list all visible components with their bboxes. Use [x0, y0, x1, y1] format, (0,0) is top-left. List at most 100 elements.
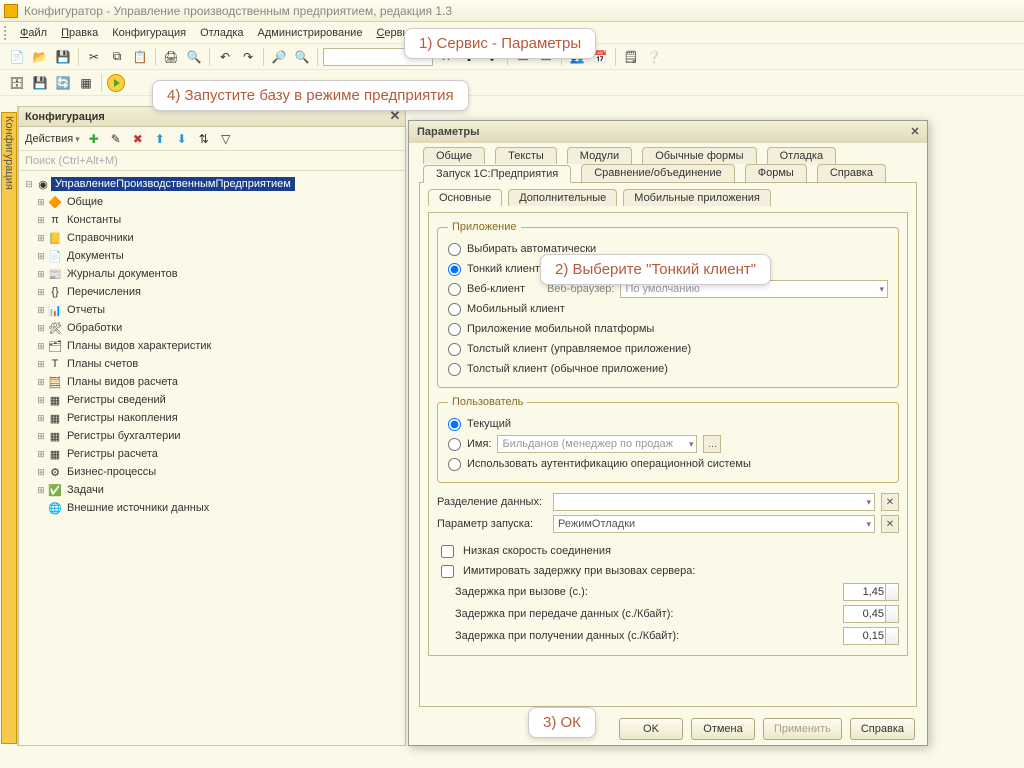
down-icon[interactable]: ⬇ [172, 129, 192, 149]
db-compare-icon[interactable]: ▦ [76, 73, 96, 93]
del-icon[interactable]: ✖ [128, 129, 148, 149]
expand-icon[interactable]: ⊞ [35, 233, 47, 244]
find-icon[interactable]: 🔎 [269, 47, 289, 67]
tree-item[interactable]: ⊞📊Отчеты [21, 301, 403, 319]
tab-run1c-active[interactable]: Запуск 1С:Предприятия [423, 165, 571, 183]
undo-icon[interactable]: ↶ [215, 47, 235, 67]
new-icon[interactable]: 📄 [7, 47, 27, 67]
radio-auto[interactable] [448, 243, 461, 256]
tree-item[interactable]: ⊞🧮Планы видов расчета [21, 373, 403, 391]
sort-icon[interactable]: ⇅ [194, 129, 214, 149]
tab-forms[interactable]: Формы [745, 164, 807, 182]
delay-recv-input[interactable]: 0,15 [843, 627, 899, 645]
radio-mobile-app[interactable] [448, 323, 461, 336]
apply-button[interactable]: Применить [763, 718, 842, 740]
data-separation-select[interactable] [553, 493, 875, 511]
radio-osauth[interactable] [448, 458, 461, 471]
open-icon[interactable]: 📂 [30, 47, 50, 67]
menu-file[interactable]: Файл [14, 25, 53, 41]
expand-icon[interactable]: ⊞ [35, 341, 47, 352]
subtab-main[interactable]: Основные [428, 189, 502, 206]
tree-item[interactable]: ⊞📄Документы [21, 247, 403, 265]
expand-icon[interactable]: ⊞ [35, 215, 47, 226]
tree-item[interactable]: ⊞▦Регистры сведений [21, 391, 403, 409]
expand-icon[interactable]: ⊞ [35, 449, 47, 460]
radio-mobile[interactable] [448, 303, 461, 316]
tree-item[interactable]: ⊞🔶Общие [21, 193, 403, 211]
tab-normalforms[interactable]: Обычные формы [642, 147, 756, 164]
tree-item[interactable]: ⊞πКонстанты [21, 211, 403, 229]
expand-icon[interactable]: ⊞ [35, 359, 47, 370]
expand-icon[interactable] [35, 503, 47, 513]
db-update-icon[interactable]: 🔄 [53, 73, 73, 93]
copy-icon[interactable]: ⧉ [107, 47, 127, 67]
help-icon[interactable]: ❔ [644, 47, 664, 67]
tree-item[interactable]: 🌐Внешние источники данных [21, 499, 403, 517]
tree-item[interactable]: ⊞{}Перечисления [21, 283, 403, 301]
menu-debug[interactable]: Отладка [194, 25, 249, 41]
tree-item[interactable]: ⊞▦Регистры расчета [21, 445, 403, 463]
expand-icon[interactable]: ⊞ [35, 431, 47, 442]
cut-icon[interactable]: ✂ [84, 47, 104, 67]
expand-icon[interactable]: ⊞ [35, 305, 47, 316]
tree-item[interactable]: ⊞🗂Планы видов характеристик [21, 337, 403, 355]
radio-thick-normal[interactable] [448, 363, 461, 376]
tree-item[interactable]: ⊞▦Регистры бухгалтерии [21, 427, 403, 445]
expand-icon[interactable]: ⊞ [35, 413, 47, 424]
delay-call-input[interactable]: 1,45 [843, 583, 899, 601]
tree-item[interactable]: ⊞▦Регистры накопления [21, 409, 403, 427]
help-button[interactable]: Справка [850, 718, 915, 740]
side-tab-config[interactable]: Конфигурация [1, 112, 17, 744]
expand-icon[interactable]: ⊞ [35, 287, 47, 298]
findnext-icon[interactable]: 🔍 [292, 47, 312, 67]
radio-current-user[interactable] [448, 418, 461, 431]
tab-compare[interactable]: Сравнение/объединение [581, 164, 735, 182]
dialog-close-icon[interactable]: ✕ [907, 123, 923, 139]
radio-thin[interactable] [448, 263, 461, 276]
delay-send-input[interactable]: 0,45 [843, 605, 899, 623]
subtab-extra[interactable]: Дополнительные [508, 189, 617, 206]
config-tree[interactable]: ⊟ ◉ УправлениеПроизводственнымПредприяти… [19, 171, 405, 745]
start-param-input[interactable]: РежимОтладки [553, 515, 875, 533]
paste-icon[interactable]: 📋 [130, 47, 150, 67]
start-param-clear-icon[interactable]: ✕ [881, 515, 899, 533]
username-select[interactable]: Бильданов (менеджер по продаж [497, 435, 697, 453]
tree-item[interactable]: ⊞✅Задачи [21, 481, 403, 499]
wand-icon[interactable]: ✎ [106, 129, 126, 149]
chk-simulate-delay[interactable] [441, 565, 454, 578]
tab-helppage[interactable]: Справка [817, 164, 886, 182]
chk-slow-connection[interactable] [441, 545, 454, 558]
expand-icon[interactable]: ⊟ [23, 179, 35, 190]
expand-icon[interactable]: ⊞ [35, 377, 47, 388]
tab-debug[interactable]: Отладка [767, 147, 836, 164]
username-pick-button[interactable]: … [703, 435, 721, 453]
radio-username[interactable] [448, 438, 461, 451]
tree-search[interactable]: Поиск (Ctrl+Alt+M) [19, 151, 405, 171]
tree-item[interactable]: ⊞⚙Бизнес-процессы [21, 463, 403, 481]
tree-root[interactable]: ⊟ ◉ УправлениеПроизводственнымПредприяти… [21, 175, 403, 193]
expand-icon[interactable]: ⊞ [35, 197, 47, 208]
data-separation-clear-icon[interactable]: ✕ [881, 493, 899, 511]
print-icon[interactable]: 🖨 [161, 47, 181, 67]
radio-web[interactable] [448, 283, 461, 296]
up-icon[interactable]: ⬆ [150, 129, 170, 149]
ok-button[interactable]: OK [619, 718, 683, 740]
tab-modules[interactable]: Модули [567, 147, 632, 164]
menu-edit[interactable]: Правка [55, 25, 104, 41]
menu-config[interactable]: Конфигурация [106, 25, 192, 41]
tree-item[interactable]: ⊞📒Справочники [21, 229, 403, 247]
add-icon[interactable]: ✚ [84, 129, 104, 149]
db-icon[interactable]: 🗄 [7, 73, 27, 93]
tab-general[interactable]: Общие [423, 147, 485, 164]
expand-icon[interactable]: ⊞ [35, 467, 47, 478]
menu-admin[interactable]: Администрирование [252, 25, 369, 41]
expand-icon[interactable]: ⊞ [35, 323, 47, 334]
cancel-button[interactable]: Отмена [691, 718, 755, 740]
expand-icon[interactable]: ⊞ [35, 269, 47, 280]
tree-item[interactable]: ⊞ТПланы счетов [21, 355, 403, 373]
tab-texts[interactable]: Тексты [495, 147, 557, 164]
expand-icon[interactable]: ⊞ [35, 251, 47, 262]
expand-icon[interactable]: ⊞ [35, 485, 47, 496]
actions-dropdown[interactable]: Действия [23, 133, 82, 145]
tree-item[interactable]: ⊞📰Журналы документов [21, 265, 403, 283]
